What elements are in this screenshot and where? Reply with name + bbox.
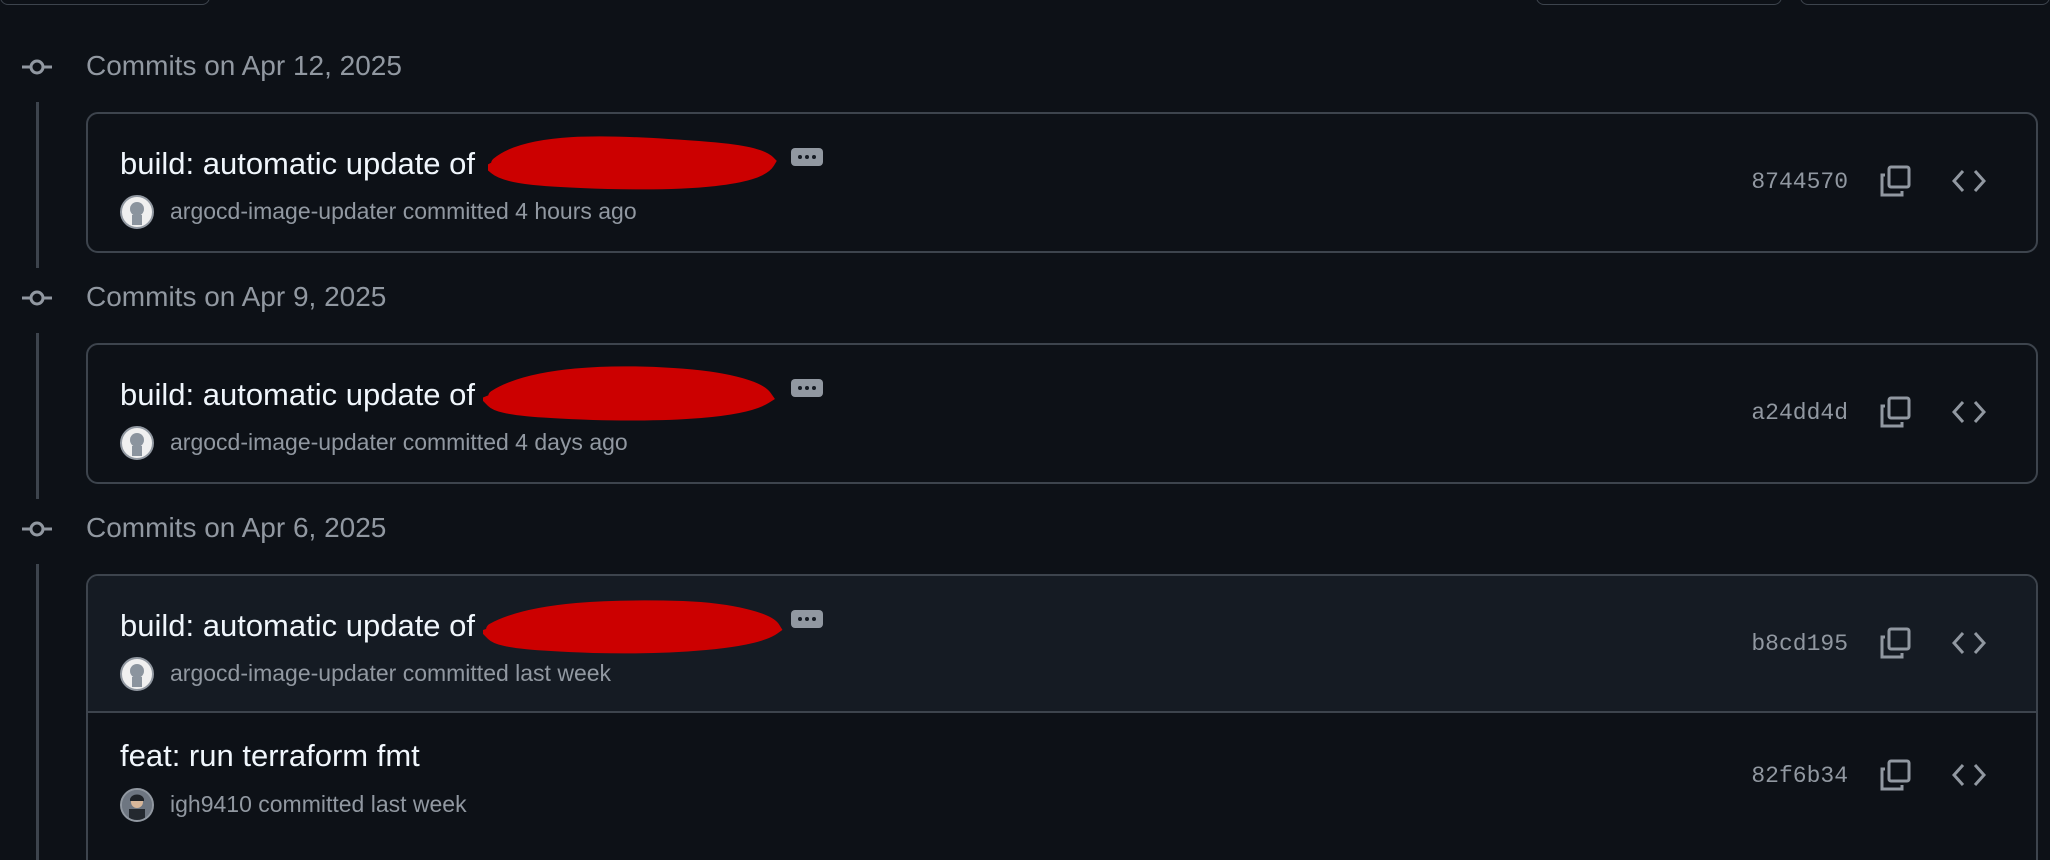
timeline-line: [36, 102, 39, 268]
top-right-button-2[interactable]: [1800, 0, 2050, 5]
commit-sha[interactable]: b8cd195: [1751, 631, 1848, 657]
author-avatar[interactable]: [120, 788, 154, 822]
commit-row: build: automatic update of argocd-image-…: [88, 345, 2036, 482]
copy-icon[interactable]: [1878, 164, 1912, 198]
commit-time: committed last week: [402, 660, 612, 686]
timeline-line: [36, 564, 39, 860]
code-icon[interactable]: [1952, 399, 1986, 425]
commit-title[interactable]: build: automatic update of: [120, 146, 475, 182]
code-icon[interactable]: [1952, 168, 1986, 194]
commit-row: build: automatic update of argocd-image-…: [88, 114, 2036, 251]
commit-list-card: build: automatic update of argocd-image-…: [86, 112, 2038, 253]
redaction-scribble: [488, 136, 777, 190]
copy-icon[interactable]: [1878, 758, 1912, 792]
ellipsis-button[interactable]: [791, 379, 823, 397]
commit-row: build: automatic update of argocd-image-…: [88, 576, 2036, 713]
commit-sha[interactable]: 82f6b34: [1751, 763, 1848, 789]
top-left-button[interactable]: [0, 0, 210, 5]
git-commit-icon: [22, 59, 52, 75]
group-heading: Commits on Apr 6, 2025: [86, 512, 387, 543]
author-link[interactable]: argocd-image-updater: [170, 429, 396, 455]
commit-meta: argocd-image-updater committed 4 days ag…: [170, 429, 628, 456]
commit-list-card: build: automatic update of argocd-image-…: [86, 574, 2038, 860]
author-avatar[interactable]: [120, 195, 154, 229]
copy-icon[interactable]: [1878, 395, 1912, 429]
top-right-button-1[interactable]: [1536, 0, 1782, 5]
commit-time: committed last week: [258, 791, 467, 817]
redaction-scribble: [483, 366, 775, 421]
commit-time: committed 4 hours ago: [402, 198, 637, 224]
commit-time: committed 4 days ago: [402, 429, 628, 455]
redaction-scribble: [483, 600, 783, 654]
commit-meta: argocd-image-updater committed last week: [170, 660, 611, 687]
commit-list-card: build: automatic update of argocd-image-…: [86, 343, 2038, 484]
commit-sha[interactable]: 8744570: [1751, 169, 1848, 195]
commit-sha[interactable]: a24dd4d: [1751, 400, 1848, 426]
code-icon[interactable]: [1952, 630, 1986, 656]
ellipsis-button[interactable]: [791, 610, 823, 628]
commit-meta: argocd-image-updater committed 4 hours a…: [170, 198, 637, 225]
git-commit-icon: [22, 290, 52, 306]
commit-meta: igh9410 committed last week: [170, 791, 467, 818]
author-avatar[interactable]: [120, 426, 154, 460]
commit-title[interactable]: feat: run terraform fmt: [120, 738, 420, 774]
git-commit-icon: [22, 521, 52, 537]
commit-row: feat: run terraform fmt igh9410 committe…: [88, 713, 2036, 843]
author-link[interactable]: igh9410: [170, 791, 252, 817]
group-heading: Commits on Apr 12, 2025: [86, 50, 402, 81]
author-avatar[interactable]: [120, 657, 154, 691]
author-link[interactable]: argocd-image-updater: [170, 660, 396, 686]
code-icon[interactable]: [1952, 762, 1986, 788]
ellipsis-button[interactable]: [791, 148, 823, 166]
commit-title[interactable]: build: automatic update of: [120, 377, 475, 413]
timeline-line: [36, 333, 39, 499]
author-link[interactable]: argocd-image-updater: [170, 198, 396, 224]
commit-title[interactable]: build: automatic update of: [120, 608, 475, 644]
group-heading: Commits on Apr 9, 2025: [86, 281, 387, 312]
copy-icon[interactable]: [1878, 626, 1912, 660]
